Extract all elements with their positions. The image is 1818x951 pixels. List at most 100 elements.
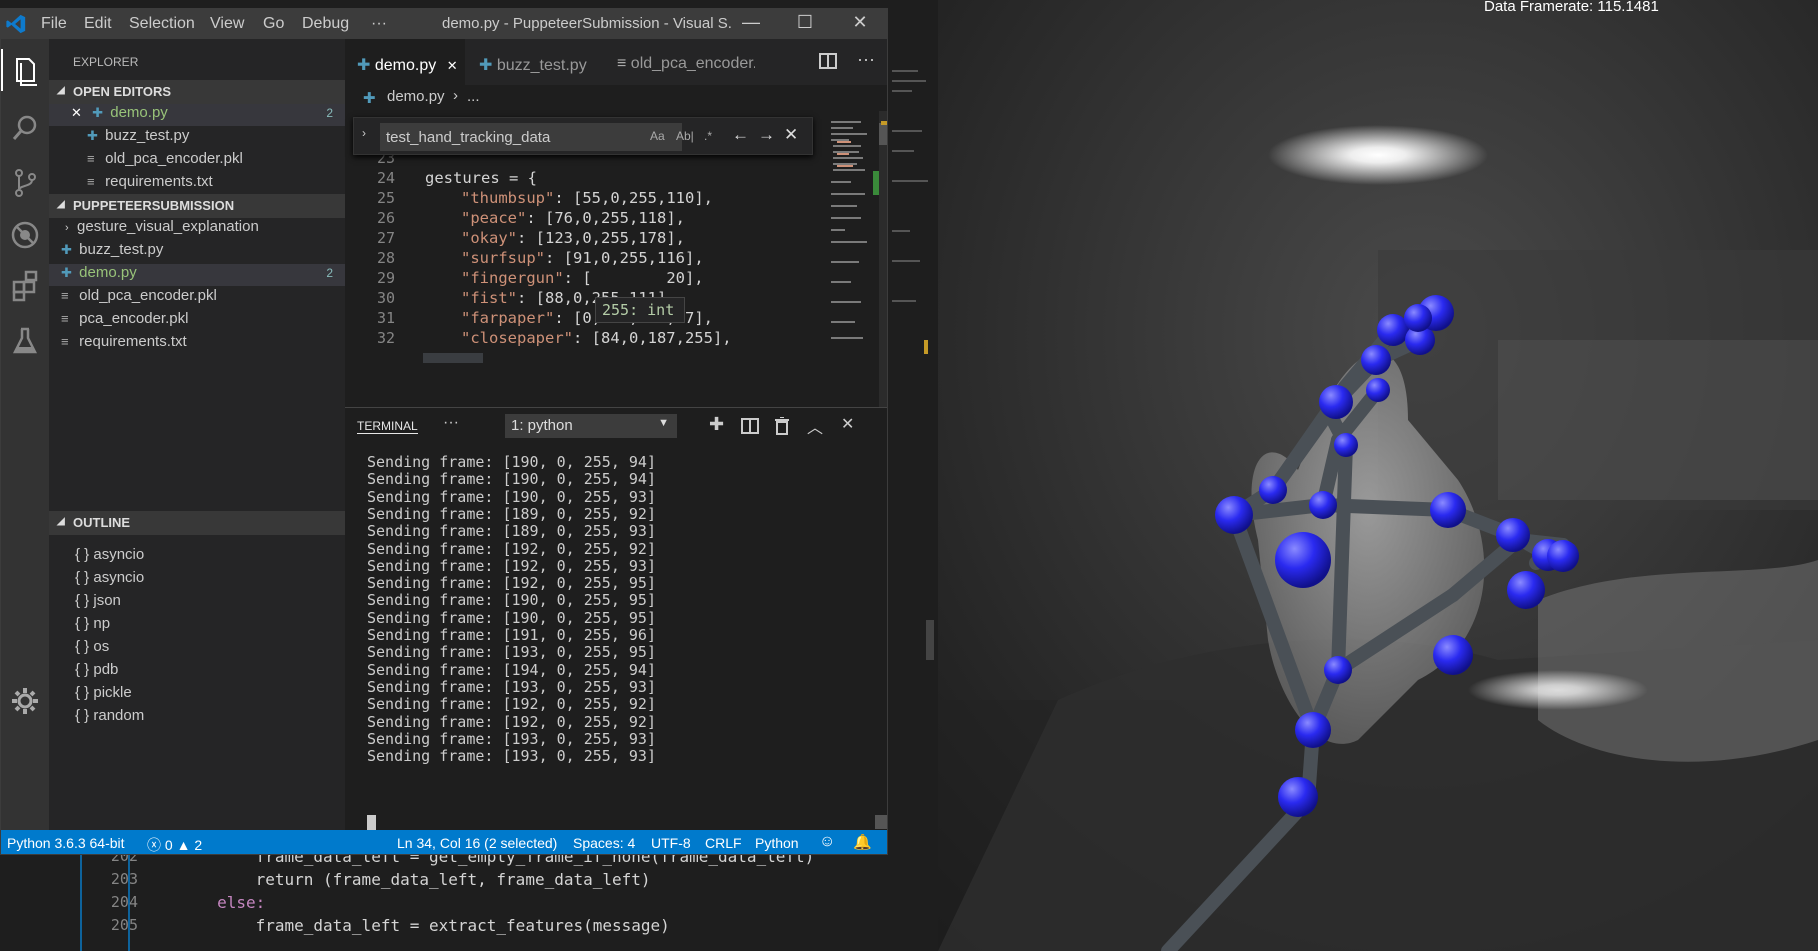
previous-match-icon[interactable]: ←	[732, 125, 749, 145]
outline-item[interactable]: { } asyncio	[75, 546, 144, 568]
maximize-button[interactable]: ☐	[790, 12, 820, 33]
file-pca-encoder[interactable]: ≡ pca_encoder.pkl	[61, 310, 188, 332]
activity-bar	[1, 39, 49, 830]
split-editor-icon[interactable]	[819, 53, 837, 69]
match-case-button[interactable]: Aa	[650, 129, 665, 143]
line-endings[interactable]: CRLF	[705, 835, 742, 851]
breadcrumb-file[interactable]: demo.py	[387, 88, 445, 105]
chevron-down-icon: ◢	[57, 85, 65, 96]
close-tab-icon[interactable]: ✕	[447, 58, 458, 73]
more-actions-icon[interactable]: ···	[857, 49, 875, 70]
find-input[interactable]: test_hand_tracking_data	[380, 123, 682, 151]
editor-scrollbar[interactable]	[879, 111, 887, 407]
menu-edit[interactable]: Edit	[84, 15, 112, 33]
open-editors-header[interactable]: ◢ OPEN EDITORS	[49, 80, 345, 104]
outline-item[interactable]: { } asyncio	[75, 569, 144, 591]
menu-view[interactable]: View	[210, 15, 244, 33]
terminal-line: Sending frame: [192, 0, 255, 92]	[367, 712, 656, 731]
split-terminal-icon[interactable]	[741, 418, 759, 434]
test-flask-icon[interactable]	[5, 321, 45, 361]
outline-item[interactable]: { } os	[75, 638, 109, 660]
breadcrumb-symbol[interactable]: ...	[467, 88, 480, 105]
file-old-pca-encoder[interactable]: ≡ old_pca_encoder.pkl	[61, 287, 217, 309]
close-find-icon[interactable]: ✕	[784, 125, 798, 145]
file-buzz-test[interactable]: ✚ buzz_test.py	[61, 241, 163, 263]
menu-selection[interactable]: Selection	[129, 15, 195, 33]
more-panels-icon[interactable]: ···	[443, 414, 459, 432]
python-file-icon: ✚	[61, 265, 72, 280]
open-editor-old-pca[interactable]: ≡ old_pca_encoder.pkl	[87, 150, 243, 172]
encoding[interactable]: UTF-8	[651, 835, 691, 851]
file-icon: ≡	[87, 174, 95, 189]
python-file-icon: ✚	[61, 242, 72, 257]
terminal-output[interactable]: Sending frame: [190, 0, 255, 94] Sending …	[345, 443, 887, 830]
code-line: else:	[140, 893, 266, 912]
code-line: "closepaper": [84,0,187,255],	[461, 329, 732, 347]
python-interpreter[interactable]: Python 3.6.3 64-bit	[7, 835, 125, 851]
source-control-icon[interactable]	[5, 163, 45, 203]
code-line: "thumbsup": [55,0,255,110],	[461, 189, 713, 207]
match-word-button[interactable]: Ab|	[676, 129, 694, 143]
new-terminal-icon[interactable]: ✚	[709, 414, 724, 435]
menu-file[interactable]: File	[41, 15, 67, 33]
menu-go[interactable]: Go	[263, 15, 284, 33]
outline-header[interactable]: ◢ OUTLINE	[49, 511, 345, 535]
cursor-position[interactable]: Ln 34, Col 16 (2 selected)	[397, 835, 557, 851]
minimize-button[interactable]: —	[736, 12, 766, 33]
language-mode[interactable]: Python	[755, 835, 799, 851]
open-editor-demo[interactable]: ✕ ✚ demo.py 2	[49, 104, 345, 126]
line-number: 205	[110, 916, 138, 934]
tab-terminal[interactable]: TERMINAL	[357, 419, 418, 434]
project-header[interactable]: ◢ PUPPETEERSUBMISSION	[49, 194, 345, 218]
line-number: 204	[110, 893, 138, 911]
tab-old-pca-encoder[interactable]: ≡ old_pca_encoder.pk	[605, 39, 755, 85]
terminal-line: Sending frame: [190, 0, 255, 95]	[367, 591, 656, 610]
terminal-selector[interactable]: 1: python ▼	[505, 414, 677, 438]
open-editor-requirements[interactable]: ≡ requirements.txt	[87, 173, 213, 195]
regex-button[interactable]: .*	[704, 129, 712, 143]
menu-more[interactable]: ···	[371, 15, 387, 33]
search-icon[interactable]	[5, 109, 45, 149]
code-line: "okay": [123,0,255,178],	[461, 229, 685, 247]
folder-gesture-visual[interactable]: › gesture_visual_explanation	[65, 218, 259, 240]
menu-debug[interactable]: Debug	[302, 15, 349, 33]
minimap[interactable]	[827, 111, 879, 407]
settings-gear-icon[interactable]	[5, 681, 45, 721]
tab-demo[interactable]: ✚ demo.py ✕	[345, 39, 465, 85]
python-file-icon: ✚	[92, 105, 103, 120]
trash-icon[interactable]	[775, 417, 789, 435]
explorer-icon[interactable]	[5, 51, 45, 91]
code-editor[interactable]: 23 24 25 26 27 28 29 30 31 32 gestures =…	[345, 111, 887, 407]
close-icon[interactable]: ✕	[71, 105, 82, 120]
problems-indicator[interactable]: ⓧ 0 ▲ 2	[147, 835, 202, 854]
indentation[interactable]: Spaces: 4	[573, 835, 635, 851]
notifications-bell-icon[interactable]: 🔔	[853, 833, 872, 851]
extensions-icon[interactable]	[5, 267, 45, 307]
debug-icon[interactable]	[5, 215, 45, 255]
next-match-icon[interactable]: →	[758, 125, 775, 145]
window-title: demo.py - PuppeteerSubmission - Visual S…	[442, 15, 732, 32]
toggle-replace-chevron-icon[interactable]: ›	[362, 126, 366, 140]
breadcrumb-separator: ›	[453, 87, 458, 104]
error-icon: ⓧ	[147, 837, 161, 853]
tab-buzz-test[interactable]: ✚ buzz_test.py	[467, 39, 597, 85]
hand-tracking-view: Data Framerate: 115.1481	[938, 0, 1818, 951]
outline-item[interactable]: { } random	[75, 707, 144, 729]
close-window-button[interactable]: ✕	[845, 12, 875, 33]
file-demo[interactable]: ✚ demo.py 2	[49, 264, 345, 286]
terminal-line: Sending frame: [191, 0, 255, 96]	[367, 626, 656, 644]
dropdown-arrow-icon: ▼	[658, 417, 669, 429]
file-requirements[interactable]: ≡ requirements.txt	[61, 333, 187, 355]
outline-item[interactable]: { } pickle	[75, 684, 132, 706]
close-panel-icon[interactable]: ✕	[841, 414, 854, 434]
open-editor-buzz[interactable]: ✚ buzz_test.py	[87, 127, 189, 149]
outline-item[interactable]: { } pdb	[75, 661, 118, 683]
code-line: "peace": [76,0,255,118],	[461, 209, 685, 227]
outline-item[interactable]: { } np	[75, 615, 110, 637]
terminal-line: Sending frame: [193, 0, 255, 93]	[367, 729, 656, 748]
outline-item[interactable]: { } json	[75, 592, 121, 614]
terminal-header: TERMINAL ··· 1: python ▼ ✚ ︿ ✕	[345, 407, 887, 443]
terminal-scrollbar[interactable]	[875, 815, 887, 829]
feedback-smiley-icon[interactable]: ☺	[819, 833, 835, 851]
maximize-panel-icon[interactable]: ︿	[807, 414, 823, 438]
